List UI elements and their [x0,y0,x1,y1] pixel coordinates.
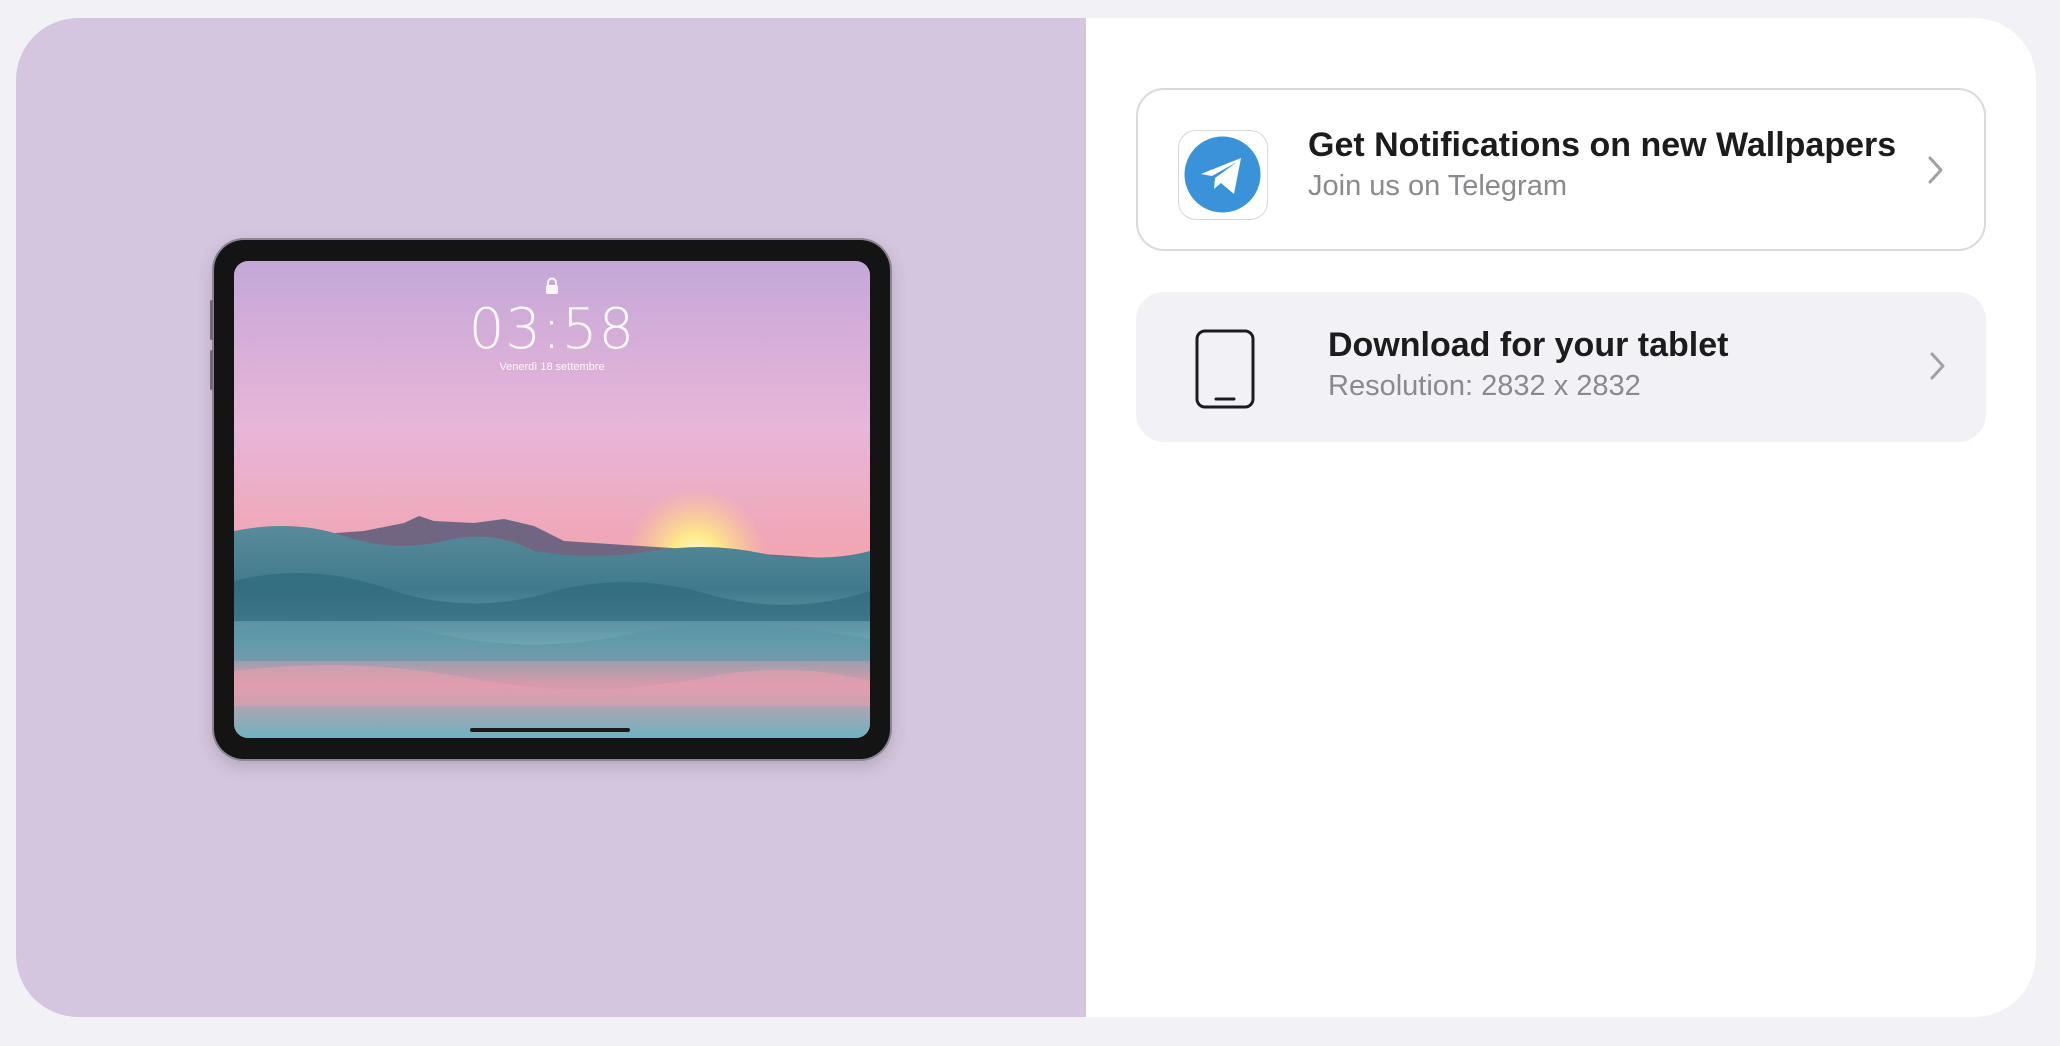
tablet-side-button [210,350,213,390]
home-indicator [470,728,630,732]
wallpaper-card: 03:58 Venerdì 18 settembre Get Notificat… [16,18,2036,1017]
wallpaper-preview-pane: 03:58 Venerdì 18 settembre [16,18,1086,1017]
tablet-mockup: 03:58 Venerdì 18 settembre [210,240,890,759]
download-tablet-button[interactable]: Download for your tablet Resolution: 283… [1136,292,1986,442]
chevron-right-icon [1926,154,1946,186]
chevron-right-icon [1928,350,1948,382]
wallpaper-image: 03:58 Venerdì 18 settembre [234,261,870,738]
download-option-title: Download for your tablet [1328,326,1729,364]
tablet-side-button [210,300,213,340]
lock-icon [544,277,560,295]
telegram-notifications-button[interactable]: Get Notifications on new Wallpapers Join… [1136,88,1986,251]
lock-screen-date: Venerdì 18 settembre [499,361,605,373]
download-option-resolution: Resolution: 2832 x 2832 [1328,370,1641,402]
tablet-icon [1194,328,1256,410]
telegram-icon [1178,130,1268,220]
lock-screen-time: 03:58 [468,297,636,362]
telegram-option-title: Get Notifications on new Wallpapers [1308,126,1897,164]
telegram-option-subtitle: Join us on Telegram [1308,170,1568,202]
